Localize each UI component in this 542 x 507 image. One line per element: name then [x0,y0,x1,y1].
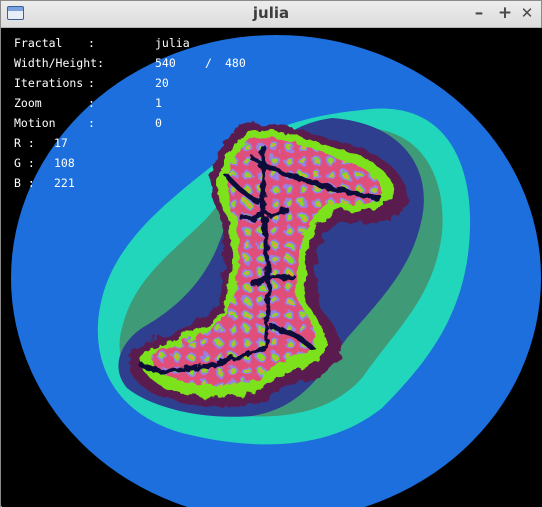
minimize-button[interactable]: – [469,2,489,24]
close-button[interactable]: ✕ [517,2,537,24]
zoom-value: 1 [155,96,162,110]
red-value: 17 [54,136,68,150]
zoom-separator: : [88,96,95,110]
blue-label: B : [14,176,35,190]
motion-separator: : [88,116,95,130]
title-bar[interactable]: julia – + ✕ [1,1,541,28]
motion-label: Motion [14,116,56,130]
motion-value: 0 [155,116,162,130]
zoom-label: Zoom [14,96,42,110]
fractal-separator: : [88,36,95,50]
window-title: julia [252,4,290,22]
red-label: R : [14,136,35,150]
width-value: 540 [155,56,176,70]
maximize-button[interactable]: + [495,2,515,24]
iterations-separator: : [88,76,95,90]
fractal-info-overlay: Fractal : julia Width/Height: 540 / 480 … [2,28,542,228]
green-value: 108 [54,156,75,170]
fractal-canvas[interactable]: Fractal : julia Width/Height: 540 / 480 … [2,28,542,507]
height-value: 480 [225,56,246,70]
iterations-value: 20 [155,76,169,90]
green-label: G : [14,156,35,170]
iterations-label: Iterations [14,76,84,90]
app-window: julia – + ✕ Fractal: julia Width/Height… [0,0,542,507]
fractal-label: Fractal [14,36,63,50]
blue-value: 221 [54,176,75,190]
size-label: Width/Height: [14,56,105,70]
fractal-value: julia [155,36,190,50]
size-slash: / [205,56,212,70]
